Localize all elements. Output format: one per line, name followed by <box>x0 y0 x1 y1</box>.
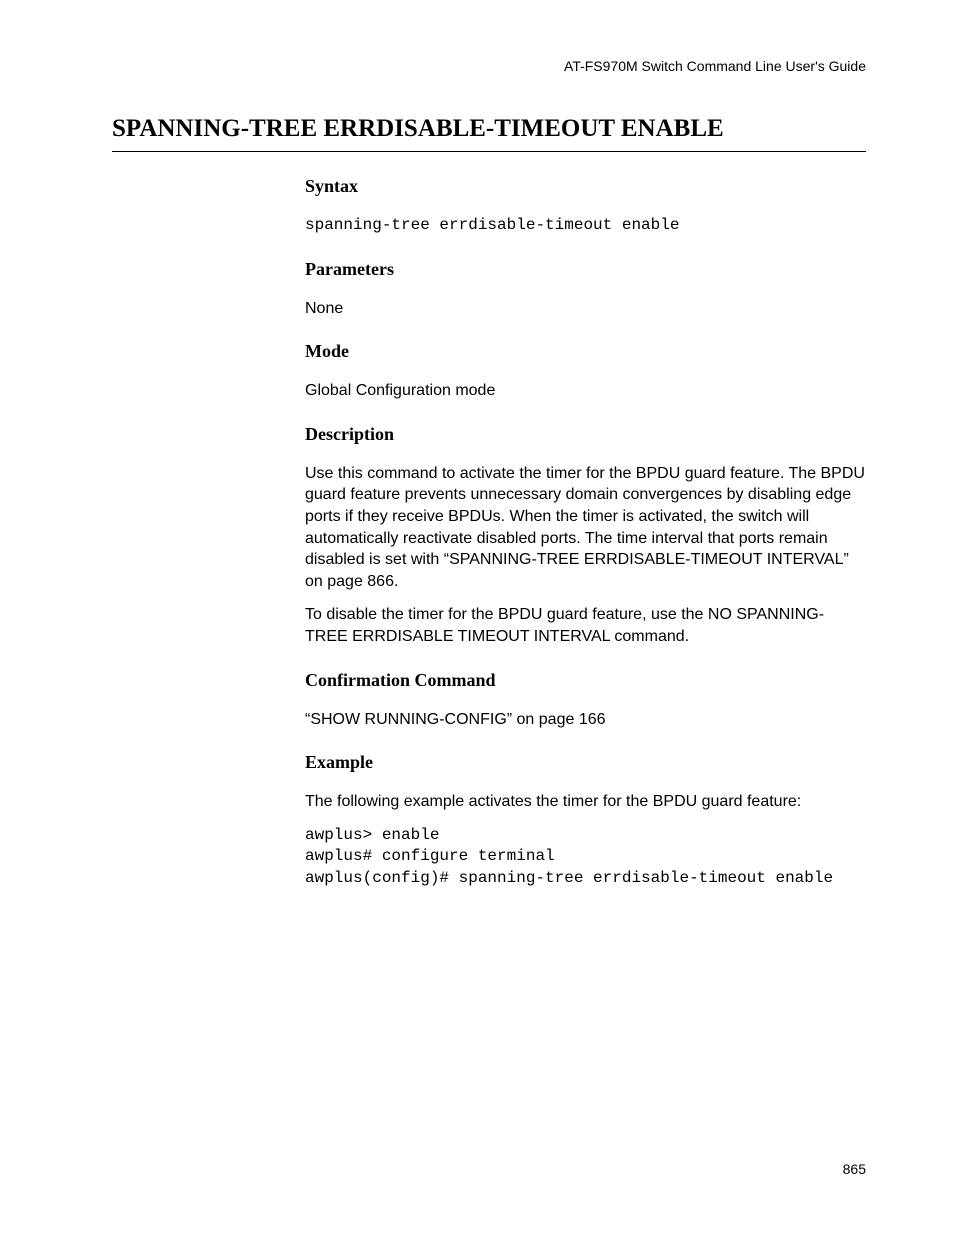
confirmation-text: “SHOW RUNNING-CONFIG” on page 166 <box>305 709 866 731</box>
syntax-command: spanning-tree errdisable-timeout enable <box>305 215 866 237</box>
example-intro: The following example activates the time… <box>305 791 866 813</box>
parameters-text: None <box>305 298 866 320</box>
example-code: awplus> enable awplus# configure termina… <box>305 825 866 890</box>
page-title: SPANNING-TREE ERRDISABLE-TIMEOUT ENABLE <box>112 115 866 152</box>
description-heading: Description <box>305 424 866 445</box>
description-para1: Use this command to activate the timer f… <box>305 463 866 593</box>
description-para2: To disable the timer for the BPDU guard … <box>305 604 866 647</box>
content-area: Syntax spanning-tree errdisable-timeout … <box>305 176 866 902</box>
mode-heading: Mode <box>305 341 866 362</box>
confirmation-heading: Confirmation Command <box>305 670 866 691</box>
parameters-heading: Parameters <box>305 259 866 280</box>
page-number: 865 <box>843 1161 866 1177</box>
mode-text: Global Configuration mode <box>305 380 866 402</box>
syntax-heading: Syntax <box>305 176 866 197</box>
example-heading: Example <box>305 752 866 773</box>
header-guide-title: AT-FS970M Switch Command Line User's Gui… <box>564 58 866 74</box>
